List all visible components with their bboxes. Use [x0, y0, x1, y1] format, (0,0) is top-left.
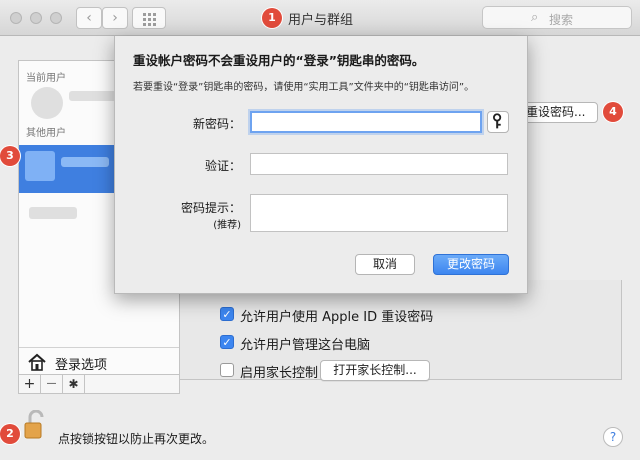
other-user-name[interactable] [29, 207, 77, 219]
forward-button[interactable]: › [102, 7, 128, 29]
reset-password-sheet: 重设帐户密码不会重设用户的“登录”钥匙串的密码。 若要重设“登录”钥匙串的密码，… [114, 36, 528, 294]
remove-user-button[interactable]: — [41, 375, 63, 393]
password-hint-label: 密码提示： [180, 201, 241, 215]
parental-controls-checkbox[interactable] [220, 363, 234, 377]
selected-user-name [61, 157, 109, 167]
password-assistant-button[interactable] [487, 111, 509, 133]
open-parental-controls-button[interactable]: 打开家长控制... [320, 360, 430, 381]
sheet-title: 重设帐户密码不会重设用户的“登录”钥匙串的密码。 [133, 53, 425, 68]
password-hint-recommended: (推荐) [213, 220, 241, 231]
search-field[interactable]: ⌕ 搜索 [482, 6, 632, 29]
window-title: 用户与群组 [288, 13, 354, 28]
current-user-avatar[interactable] [31, 87, 63, 119]
apple-id-reset-label: 允许用户使用 Apple ID 重设密码 [240, 310, 434, 325]
annotation-badge-3: 3 [0, 146, 20, 166]
search-placeholder: 搜索 [549, 13, 574, 27]
change-password-button[interactable]: 更改密码 [433, 254, 509, 275]
new-password-input[interactable] [250, 111, 482, 133]
key-icon [493, 113, 502, 129]
annotation-badge-2: 2 [0, 424, 20, 444]
zoom-window-button[interactable] [50, 12, 62, 24]
show-all-button[interactable] [132, 7, 166, 29]
other-users-section-label: 其他用户 [26, 128, 66, 139]
admin-checkbox[interactable]: ✓ [220, 335, 234, 349]
back-button[interactable]: ‹ [76, 7, 102, 29]
annotation-badge-4: 4 [603, 102, 623, 122]
titlebar: ‹ › 用户与群组 ⌕ 搜索 [0, 0, 640, 36]
apple-id-reset-checkbox[interactable]: ✓ [220, 307, 234, 321]
verify-input[interactable] [250, 153, 508, 175]
preferences-window: ‹ › 用户与群组 ⌕ 搜索 1 当前用户 其他用户 登录选项 3 + — ✱ … [0, 0, 640, 460]
house-icon [28, 353, 46, 371]
add-user-button[interactable]: + [19, 375, 41, 393]
close-window-button[interactable] [10, 12, 22, 24]
lock-hint-text: 点按锁按钮以防止再次更改。 [58, 432, 215, 446]
sheet-subtitle: 若要重设“登录”钥匙串的密码，请使用“实用工具”文件夹中的“钥匙串访问”。 [133, 82, 475, 93]
search-icon: ⌕ [531, 10, 539, 25]
login-options-label: 登录选项 [55, 358, 108, 373]
sidebar-controls: + — ✱ [18, 374, 180, 394]
cancel-button[interactable]: 取消 [355, 254, 415, 275]
help-button[interactable]: ? [603, 427, 623, 447]
parental-controls-label: 启用家长控制 [240, 366, 319, 381]
new-password-label: 新密码： [192, 117, 241, 131]
selected-user-avatar [25, 151, 55, 181]
login-options-item[interactable]: 登录选项 [19, 347, 179, 375]
annotation-badge-1: 1 [262, 8, 282, 28]
current-user-section-label: 当前用户 [26, 73, 66, 84]
lock-icon[interactable] [24, 410, 46, 440]
verify-label: 验证： [204, 159, 241, 173]
gear-icon[interactable]: ✱ [63, 375, 85, 393]
minimize-window-button[interactable] [30, 12, 42, 24]
admin-label: 允许用户管理这台电脑 [240, 338, 371, 353]
reset-password-button[interactable]: 重设密码... [522, 102, 598, 123]
password-hint-input[interactable] [250, 194, 508, 232]
